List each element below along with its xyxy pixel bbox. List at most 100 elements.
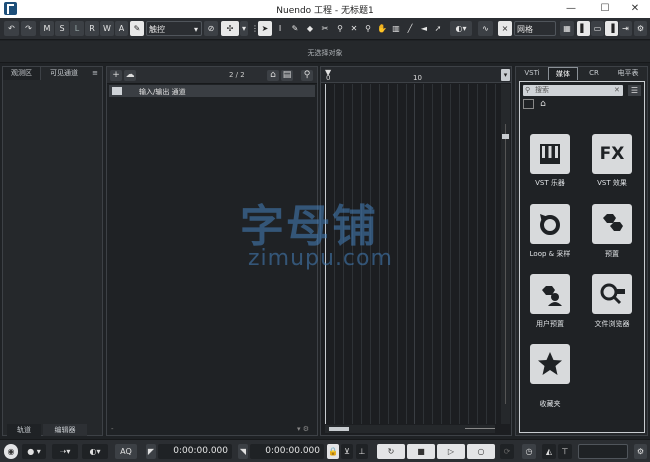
maximize-button[interactable]: ☐ [590, 0, 620, 18]
play-icon[interactable]: ▷ [437, 444, 465, 459]
settings-gear-icon[interactable]: ⚙ [634, 21, 647, 36]
list-view-icon[interactable]: ☰ [628, 85, 641, 96]
track-row[interactable]: 输入/输出 通道 [109, 85, 315, 97]
vertical-zoom-bar[interactable] [501, 84, 510, 424]
star-icon[interactable] [530, 344, 570, 384]
delete-tool-icon[interactable]: ✕ [347, 21, 361, 36]
media-search-input[interactable]: ⚲ 搜索 ✕ [523, 85, 623, 96]
aq-button[interactable]: AQ [115, 444, 137, 459]
activity-icon[interactable]: ◉ [4, 444, 18, 459]
scrollbar-thumb[interactable] [329, 427, 349, 431]
user-preset-icon[interactable] [530, 274, 570, 314]
tab-track[interactable]: 轨道 [7, 424, 41, 436]
line-tool-icon[interactable]: ╱ [403, 21, 417, 36]
keyboard-icon[interactable]: ▦ [560, 21, 574, 36]
automation-mode-select[interactable]: 触控 ▾ [146, 21, 202, 36]
right-locator-time[interactable]: 0:00:00.000 [250, 444, 324, 459]
tab-meter[interactable]: 电平表 [610, 67, 646, 80]
color-tool-icon[interactable]: ➚ [431, 21, 445, 36]
snap-curve-icon[interactable]: ∿ [478, 21, 493, 36]
show-lower-zone-icon[interactable]: ▭ [591, 21, 604, 36]
tab-editor[interactable]: 编辑器 [43, 424, 87, 436]
left-locator-time[interactable]: 0:00:00.000 [158, 444, 232, 459]
tab-cr[interactable]: CR [580, 67, 608, 80]
show-window-icon[interactable]: ⇥ [619, 21, 632, 36]
mode-write-button[interactable]: W [100, 21, 114, 36]
glue-tool-icon[interactable]: ⚲ [333, 21, 347, 36]
tempo-icon[interactable]: ◭ [542, 444, 556, 459]
record-icon[interactable]: ○ [467, 444, 495, 459]
transport-settings-gear-icon[interactable]: ⚙ [634, 444, 647, 459]
vertical-zoom-handle[interactable] [502, 134, 509, 139]
mode-solo-button[interactable]: S [55, 21, 69, 36]
zone-menu-icon[interactable]: ≡ [89, 67, 101, 80]
clock-icon[interactable]: ◷ [522, 444, 536, 459]
visibility-icon[interactable]: ⌂ [267, 70, 279, 81]
select-checkbox[interactable] [523, 99, 534, 109]
search-track-icon[interactable]: ⚲ [301, 70, 313, 81]
reset-icon[interactable]: ⊘ [204, 21, 218, 36]
mode-a-button[interactable]: A [115, 21, 128, 36]
hand-tool-icon[interactable]: ✋ [375, 21, 389, 36]
zoom-tool-icon[interactable]: ⚲ [361, 21, 375, 36]
show-left-zone-icon[interactable]: ▌ [577, 21, 590, 36]
redo-icon[interactable]: ↷ [21, 21, 36, 36]
add-track-icon[interactable]: + [110, 70, 122, 81]
grid-line [495, 84, 496, 424]
draw-tool-icon[interactable]: ✎ [288, 21, 302, 36]
show-right-zone-icon[interactable]: ▐ [605, 21, 618, 36]
ruler-dropdown-icon[interactable]: ▾ [501, 69, 510, 81]
loop-icon[interactable] [530, 204, 570, 244]
file-browser-icon[interactable] [592, 274, 632, 314]
grid-x-icon[interactable]: × [498, 21, 512, 36]
arrow-tool-icon[interactable]: ➤ [258, 21, 272, 36]
speaker-tool-icon[interactable]: ◄ [417, 21, 431, 36]
signature-icon[interactable]: ⊤ [558, 444, 572, 459]
tab-media[interactable]: 媒体 [548, 67, 578, 80]
close-button[interactable]: ✕ [620, 0, 650, 18]
mode-listen-button[interactable]: L [70, 21, 84, 36]
marker-icon[interactable]: ⊻ [341, 444, 353, 459]
tab-visible-channels[interactable]: 可见通道 [43, 67, 85, 80]
undo-icon[interactable]: ↶ [4, 21, 19, 36]
time-display[interactable] [578, 444, 628, 459]
horizontal-zoom-slider[interactable] [465, 428, 495, 429]
hexagons-icon[interactable] [592, 204, 632, 244]
erase-tool-icon[interactable]: ◆ [303, 21, 317, 36]
record-mode-icon[interactable]: ● ▾ [22, 444, 46, 459]
mode-read-button[interactable]: R [85, 21, 99, 36]
track-settings-icon[interactable]: ▤ [281, 70, 293, 81]
fx-icon[interactable]: FX [592, 134, 632, 174]
right-locator-icon[interactable]: ◥ [238, 444, 248, 459]
dropdown-arrow-icon[interactable]: ▾ [240, 21, 248, 36]
cloud-icon[interactable]: ☁ [124, 70, 136, 81]
clear-search-icon[interactable]: ✕ [614, 85, 620, 96]
track-name: 输入/输出 通道 [139, 88, 186, 96]
punch-mode-icon[interactable]: ➝▾ [52, 444, 78, 459]
grid-type-select[interactable]: 网格 [514, 21, 556, 36]
automation-icon[interactable]: ✎ [130, 21, 144, 36]
cycle-icon[interactable]: ↻ [377, 444, 405, 459]
stop-icon[interactable]: ■ [407, 444, 435, 459]
punch-icon[interactable]: ⊥ [356, 444, 368, 459]
comp-tool-icon[interactable]: ▥ [389, 21, 403, 36]
sync-icon[interactable]: ⟳ [500, 444, 514, 459]
media-browser: ⚲ 搜索 ✕ ☰ ⌂ VST 乐器 FX VST 效果 Loop & 采样 预置… [519, 81, 645, 433]
left-locator-icon[interactable]: ◤ [146, 444, 156, 459]
range-tool-icon[interactable]: I [273, 21, 287, 36]
snap-icon[interactable]: ◐▾ [450, 21, 472, 36]
time-ruler[interactable]: ▼ 0 10 [321, 67, 511, 83]
lock-icon[interactable]: 🔒 [327, 444, 339, 459]
split-tool-icon[interactable]: ✂ [318, 21, 332, 36]
grid-line [406, 84, 407, 424]
tab-inspector[interactable]: 观测区 [3, 67, 41, 80]
scroll-down-icon[interactable]: ▾ ⚙ [297, 425, 309, 433]
group-edit-icon[interactable]: ✣ [221, 21, 239, 36]
piano-icon[interactable] [530, 134, 570, 174]
tab-vsti[interactable]: VSTi [518, 67, 546, 80]
home-icon[interactable]: ⌂ [537, 99, 549, 109]
mode-mute-button[interactable]: M [40, 21, 54, 36]
metronome-mode-icon[interactable]: ◐▾ [82, 444, 108, 459]
horizontal-scrollbar[interactable] [325, 425, 495, 433]
minimize-button[interactable]: — [556, 0, 586, 18]
